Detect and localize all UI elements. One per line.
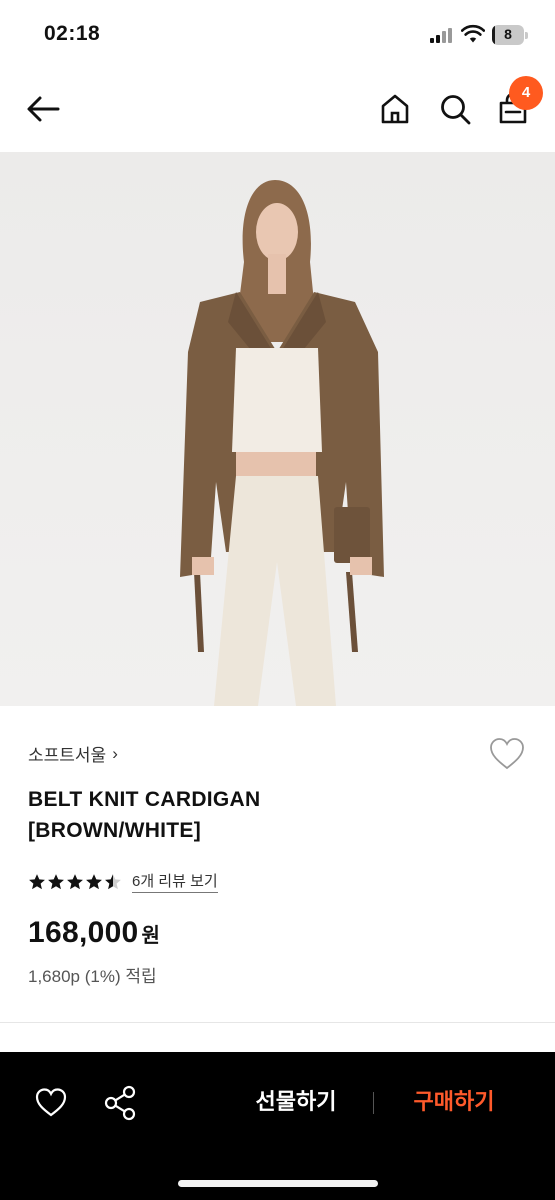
top-nav-bar: 4 bbox=[0, 68, 555, 152]
product-title-line1: BELT KNIT CARDIGAN bbox=[28, 788, 261, 811]
currency: 원 bbox=[141, 925, 160, 947]
price-row: 168,000 원 bbox=[28, 916, 160, 950]
home-indicator bbox=[178, 1180, 378, 1187]
back-arrow-icon[interactable] bbox=[24, 92, 62, 126]
product-info: 소프트서울 › BELT KNIT CARDIGAN [BROWN/WHITE]… bbox=[0, 706, 555, 1022]
divider bbox=[0, 1022, 555, 1023]
product-photo-illustration bbox=[180, 180, 384, 706]
gift-button[interactable]: 선물하기 bbox=[236, 1082, 356, 1122]
star-half-icon bbox=[105, 873, 121, 889]
signal-icon bbox=[430, 27, 456, 43]
rating-row: 6개 리뷰 보기 bbox=[28, 870, 218, 893]
wifi-icon bbox=[461, 24, 485, 43]
review-link[interactable]: 6개 리뷰 보기 bbox=[132, 870, 218, 893]
product-title: BELT KNIT CARDIGAN [BROWN/WHITE] bbox=[28, 784, 448, 846]
bottom-action-bar: 선물하기 구매하기 bbox=[0, 1052, 555, 1200]
heart-outline-icon[interactable] bbox=[488, 736, 526, 772]
brand-link[interactable]: 소프트서울 › bbox=[28, 741, 118, 766]
battery-icon: 8 bbox=[492, 25, 528, 45]
product-image[interactable] bbox=[0, 152, 555, 706]
price: 168,000 bbox=[28, 916, 139, 949]
home-icon[interactable] bbox=[378, 92, 412, 126]
status-bar: 02:18 8 bbox=[0, 0, 555, 68]
star-full-icon bbox=[29, 873, 45, 889]
share-icon[interactable] bbox=[102, 1084, 138, 1122]
cart-count-badge: 4 bbox=[509, 76, 543, 110]
reward-points: 1,680p (1%) 적립 bbox=[28, 967, 157, 986]
star-rating bbox=[28, 873, 122, 891]
search-icon[interactable] bbox=[438, 92, 472, 126]
star-full-icon bbox=[48, 873, 64, 889]
product-title-line2: [BROWN/WHITE] bbox=[28, 819, 202, 842]
chevron-right-icon: › bbox=[112, 743, 118, 763]
brand-name: 소프트서울 bbox=[28, 746, 107, 765]
star-full-icon bbox=[86, 873, 102, 889]
buy-button[interactable]: 구매하기 bbox=[392, 1082, 516, 1122]
separator bbox=[373, 1092, 374, 1114]
battery-level: 8 bbox=[504, 26, 512, 42]
star-full-icon bbox=[67, 873, 83, 889]
heart-outline-icon[interactable] bbox=[34, 1086, 68, 1120]
status-time: 02:18 bbox=[44, 22, 101, 45]
